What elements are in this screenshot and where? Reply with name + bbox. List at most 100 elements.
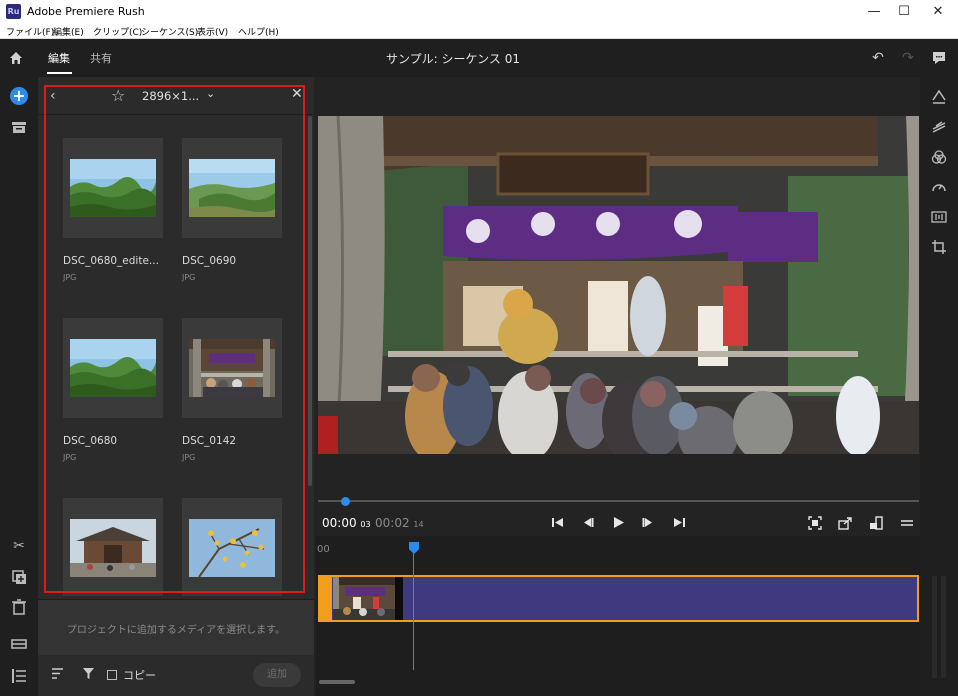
media-thumbnail[interactable] <box>182 498 282 596</box>
split-scissors-icon[interactable]: ✂ <box>10 537 28 555</box>
undo-icon[interactable]: ↶ <box>869 49 887 67</box>
copy-checkbox[interactable] <box>107 670 117 680</box>
menu-sequence[interactable]: シーケンス(S) <box>141 25 198 38</box>
favorite-star-icon[interactable]: ☆ <box>111 86 125 105</box>
chevron-down-icon[interactable]: ⌄ <box>206 87 215 100</box>
minimize-button[interactable]: — <box>859 3 889 21</box>
close-panel-icon[interactable]: ✕ <box>291 86 303 102</box>
comment-icon[interactable] <box>930 49 948 67</box>
tab-share[interactable]: 共有 <box>90 50 112 66</box>
preview-scrubber[interactable] <box>318 500 919 502</box>
media-item-name: DSC_0680 <box>63 435 118 447</box>
tab-edit[interactable]: 編集 <box>48 50 70 66</box>
app-icon: Ru <box>6 4 21 19</box>
clip-shrine-thumbnail <box>333 577 395 620</box>
menu-file[interactable]: ファイル(F) <box>6 25 54 38</box>
media-thumbnail[interactable] <box>63 498 163 596</box>
go-to-start-icon[interactable] <box>551 516 564 529</box>
filter-icon[interactable] <box>82 667 95 680</box>
add-media-button[interactable]: + <box>10 87 28 105</box>
media-hint-text: プロジェクトに追加するメディアを選択します。 <box>66 625 286 636</box>
active-tab-indicator <box>47 72 72 74</box>
back-chevron-icon[interactable]: ‹ <box>50 88 56 104</box>
color-icon[interactable] <box>930 148 948 166</box>
media-thumbnail[interactable] <box>63 138 163 238</box>
media-grid: DSC_0680_edite... JPG DSC_0690 JPG DSC_0… <box>38 116 308 596</box>
delete-icon[interactable] <box>10 598 28 616</box>
media-item-name: DSC_0680_edite... <box>63 255 159 267</box>
maximize-button[interactable]: ☐ <box>889 3 919 21</box>
media-item-type: JPG <box>182 273 196 282</box>
copy-label: コピー <box>123 669 156 682</box>
clip-trim-handle[interactable] <box>318 575 332 622</box>
title-bar: Ru Adobe Premiere Rush — ☐ ✕ <box>0 0 958 23</box>
right-toolbar <box>920 77 958 696</box>
project-assets-icon[interactable] <box>10 118 28 136</box>
landscape-thumbnail <box>70 339 156 397</box>
video-clip[interactable] <box>318 575 919 622</box>
panel-list-icon[interactable] <box>10 667 28 685</box>
scrubber-handle[interactable] <box>341 497 350 506</box>
media-item[interactable] <box>63 498 163 596</box>
redo-icon[interactable]: ↷ <box>899 49 917 67</box>
program-monitor[interactable] <box>318 116 919 454</box>
audio-icon[interactable] <box>930 208 948 226</box>
titles-icon[interactable] <box>930 88 948 106</box>
menu-clip[interactable]: クリップ(C) <box>93 25 142 38</box>
home-icon[interactable] <box>8 50 24 66</box>
add-button[interactable]: 追加 <box>253 663 301 687</box>
media-item[interactable]: DSC_0690 JPG <box>182 138 282 298</box>
media-thumbnail[interactable] <box>182 138 282 238</box>
speed-icon[interactable] <box>930 178 948 196</box>
media-item-type: JPG <box>182 453 196 462</box>
crop-transform-icon[interactable] <box>930 238 948 256</box>
step-back-icon[interactable] <box>581 516 594 529</box>
media-bottom-bar: コピー 追加 <box>38 655 314 696</box>
menu-bar: ファイル(F) 編集(E) クリップ(C) シーケンス(S) 表示(V) ヘルプ… <box>0 23 958 39</box>
more-menu-icon[interactable] <box>900 516 914 530</box>
media-item-name: DSC_0142 <box>182 435 237 447</box>
media-item[interactable]: DSC_0142 JPG <box>182 318 282 478</box>
step-forward-icon[interactable] <box>642 516 655 529</box>
export-frame-icon[interactable] <box>838 516 852 530</box>
clip-gap <box>395 577 403 620</box>
window-title: Adobe Premiere Rush <box>27 5 145 18</box>
tree-blossom-thumbnail <box>189 519 275 577</box>
shrine-thumbnail <box>189 339 275 397</box>
media-item[interactable] <box>182 498 282 596</box>
fit-to-frame-icon[interactable] <box>808 516 822 530</box>
duplicate-icon[interactable] <box>10 568 28 586</box>
media-item[interactable]: DSC_0680_edite... JPG <box>63 138 163 298</box>
timeline-ruler-start: 00 <box>317 544 330 555</box>
media-item[interactable]: DSC_0680 JPG <box>63 318 163 478</box>
media-thumbnail[interactable] <box>63 318 163 418</box>
preview-frame-shrine <box>318 116 919 454</box>
current-timecode: 00:00 03 <box>322 516 371 530</box>
media-item-name: DSC_0690 <box>182 255 237 267</box>
transitions-icon[interactable] <box>930 118 948 136</box>
media-item-type: JPG <box>63 453 77 462</box>
left-toolbar: + ✂ <box>0 77 38 696</box>
sort-list-icon[interactable] <box>51 667 64 680</box>
go-to-end-icon[interactable] <box>673 516 686 529</box>
landscape-thumbnail <box>189 159 275 217</box>
folder-name[interactable]: 2896×1... <box>142 89 199 103</box>
sequence-title: サンプル: シーケンス 01 <box>386 52 520 66</box>
media-thumbnail[interactable] <box>182 318 282 418</box>
aspect-ratio-icon[interactable] <box>869 516 883 530</box>
menu-help[interactable]: ヘルプ(H) <box>238 25 279 38</box>
landscape-thumbnail <box>70 159 156 217</box>
clip-thumbnail <box>333 577 395 620</box>
play-icon[interactable] <box>612 516 625 529</box>
close-window-button[interactable]: ✕ <box>923 3 953 21</box>
audio-meter-right <box>941 576 946 678</box>
audio-meter-left <box>932 576 937 678</box>
track-control-icon[interactable] <box>10 635 28 653</box>
timeline-horizontal-scrollbar[interactable] <box>319 680 355 684</box>
media-scrollbar[interactable] <box>308 116 312 486</box>
menu-view[interactable]: 表示(V) <box>197 25 228 38</box>
menu-edit[interactable]: 編集(E) <box>53 25 84 38</box>
top-bar: 編集 共有 サンプル: シーケンス 01 ↶ ↷ <box>0 39 958 77</box>
media-panel-header: ‹ ☆ 2896×1... ⌄ ✕ <box>38 77 314 115</box>
shrine-building-thumbnail <box>70 519 156 577</box>
